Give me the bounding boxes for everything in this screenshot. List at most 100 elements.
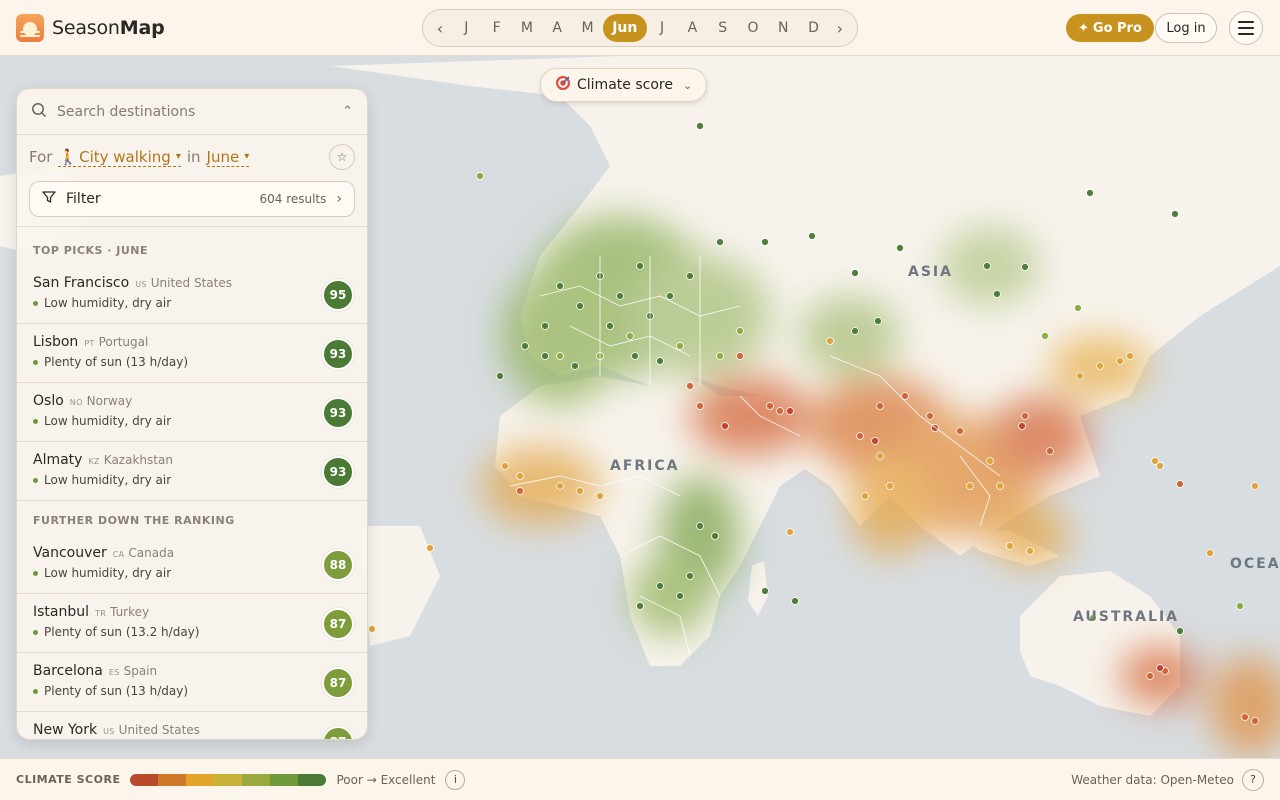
destination-row[interactable]: New YorkUSUnited States87: [17, 712, 367, 739]
chevron-left-icon[interactable]: ‹: [429, 15, 451, 41]
month-mar[interactable]: M: [512, 14, 542, 42]
search-bar: ⌃: [17, 89, 367, 135]
score-badge: 87: [322, 667, 354, 699]
city-name: Oslo: [33, 393, 64, 409]
legend-swatch: [298, 773, 327, 786]
chevron-down-icon: ⌄: [682, 78, 693, 92]
star-icon[interactable]: ☆: [329, 144, 355, 170]
sparkle-icon: ✦: [1078, 20, 1089, 36]
city-name: San Francisco: [33, 275, 130, 291]
reason-dot-icon: [33, 418, 38, 424]
info-icon[interactable]: i: [445, 769, 466, 790]
destination-title: Vancouver CA Canada: [33, 545, 351, 561]
country-code: CA: [112, 550, 125, 559]
month-aug[interactable]: A: [677, 14, 707, 42]
destination-row[interactable]: Istanbul TR Turkey Plenty of sun (13.2 h/da…: [17, 594, 367, 653]
city-name: Istanbul: [33, 604, 90, 620]
further-list: Vancouver CA Canada Low humidity, dry air 88…: [17, 535, 367, 739]
reason: Plenty of sun (13.2 h/day): [33, 625, 351, 639]
reason: Low humidity, dry air: [33, 473, 351, 487]
label-ocean: OCEAN: [1230, 556, 1280, 572]
legend-swatch: [270, 773, 299, 786]
legend-range: Poor → Excellent: [336, 772, 436, 787]
country-name: Turkey: [110, 605, 150, 619]
city-name: Lisbon: [33, 334, 79, 350]
score-badge: 88: [322, 549, 354, 581]
help-icon[interactable]: ?: [1242, 768, 1264, 791]
month-oct[interactable]: O: [738, 14, 768, 42]
results-count: 604 results: [259, 192, 327, 206]
legend-swatch: [158, 773, 187, 786]
brand[interactable]: SeasonMap: [16, 14, 165, 42]
destination-row[interactable]: Vancouver CA Canada Low humidity, dry air 88: [17, 535, 367, 594]
chevron-right-icon: ›: [336, 191, 342, 207]
city-name: New York: [33, 722, 98, 738]
destination-title: Istanbul TR Turkey: [33, 604, 351, 620]
destination-title: Barcelona ES Spain: [33, 663, 351, 679]
score-badge: 87: [322, 608, 354, 640]
legend-swatch: [214, 773, 243, 786]
destination-row[interactable]: Oslo NO Norway Low humidity, dry air 93: [17, 383, 367, 442]
country-name: Norway: [86, 394, 133, 408]
city-name: Almaty: [33, 452, 83, 468]
month-nov[interactable]: N: [768, 14, 798, 42]
reason: Low humidity, dry air: [33, 566, 351, 580]
reason-dot-icon: [33, 688, 38, 694]
country-name: Kazakhstan: [103, 453, 173, 467]
label-asia: ASIA: [908, 264, 953, 280]
activity-month-row: For 🚶 City walking ▾ in June ▾ ☆: [17, 135, 367, 179]
reason-text: Low humidity, dry air: [44, 414, 172, 428]
go-pro-button[interactable]: ✦ Go Pro: [1066, 14, 1154, 42]
reason-text: Plenty of sun (13 h/day): [44, 684, 189, 698]
weather-credit: Weather data: Open-Meteo: [1071, 772, 1234, 787]
month-apr[interactable]: A: [542, 14, 572, 42]
destination-row[interactable]: Almaty KZ Kazakhstan Low humidity, dry air 9…: [17, 442, 367, 501]
top-picks-heading: TOP PICKS · JUNE: [33, 244, 149, 257]
month-jul[interactable]: J: [647, 14, 677, 42]
search-input[interactable]: [57, 103, 333, 120]
country-code: NO: [69, 398, 83, 407]
filter-button[interactable]: Filter 604 results ›: [29, 181, 355, 217]
month-dec[interactable]: D: [799, 14, 829, 42]
month-jan[interactable]: J: [451, 14, 481, 42]
activity-select[interactable]: 🚶 City walking ▾: [58, 147, 181, 167]
legend-gradient: [130, 773, 327, 786]
country-code: US: [103, 727, 115, 736]
reason: Plenty of sun (13 h/day): [33, 684, 351, 698]
chevron-up-icon[interactable]: ⌃: [342, 104, 353, 119]
layer-selector[interactable]: Climate score ⌄: [540, 68, 708, 102]
score-badge: 93: [322, 456, 354, 488]
layer-selector-label: Climate score: [577, 77, 673, 93]
search-icon: [31, 102, 47, 122]
country-code: PT: [84, 339, 95, 348]
reason-text: Plenty of sun (13 h/day): [44, 355, 189, 369]
month-may[interactable]: M: [572, 14, 602, 42]
filter-icon: [42, 190, 56, 208]
for-label: For: [29, 148, 53, 166]
hamburger-menu-icon[interactable]: [1229, 11, 1263, 45]
reason-dot-icon: [33, 359, 38, 365]
chevron-down-icon: ▾: [175, 151, 181, 162]
chevron-right-icon[interactable]: ›: [829, 15, 851, 41]
destination-title: Lisbon PT Portugal: [33, 334, 351, 350]
destination-row[interactable]: San Francisco US United States Low humidity…: [17, 265, 367, 324]
city-name: Vancouver: [33, 545, 107, 561]
country-name: United States: [150, 276, 232, 290]
label-australia: AUSTRALIA: [1073, 609, 1179, 625]
score-badge: 95: [322, 279, 354, 311]
top-picks-list: San Francisco US United States Low humidity…: [17, 265, 367, 501]
month-sep[interactable]: S: [708, 14, 738, 42]
month-select[interactable]: June ▾: [206, 148, 250, 167]
target-icon: [555, 75, 571, 95]
month-jun[interactable]: Jun: [602, 14, 647, 42]
top-bar: SeasonMap ‹ J F M A M Jun J A S O N D › …: [0, 0, 1280, 56]
walking-person-icon: 🚶: [58, 147, 78, 166]
destination-row[interactable]: Lisbon PT Portugal Plenty of sun (13 h/day)…: [17, 324, 367, 383]
country-name: United States: [118, 723, 200, 737]
month-feb[interactable]: F: [482, 14, 512, 42]
chevron-down-icon: ▾: [244, 151, 250, 162]
login-button[interactable]: Log in: [1155, 13, 1217, 43]
legend-bar: CLIMATE SCORE Poor → Excellent i Weather…: [0, 758, 1280, 800]
score-badge: 93: [322, 338, 354, 370]
destination-row[interactable]: Barcelona ES Spain Plenty of sun (13 h/day)…: [17, 653, 367, 712]
